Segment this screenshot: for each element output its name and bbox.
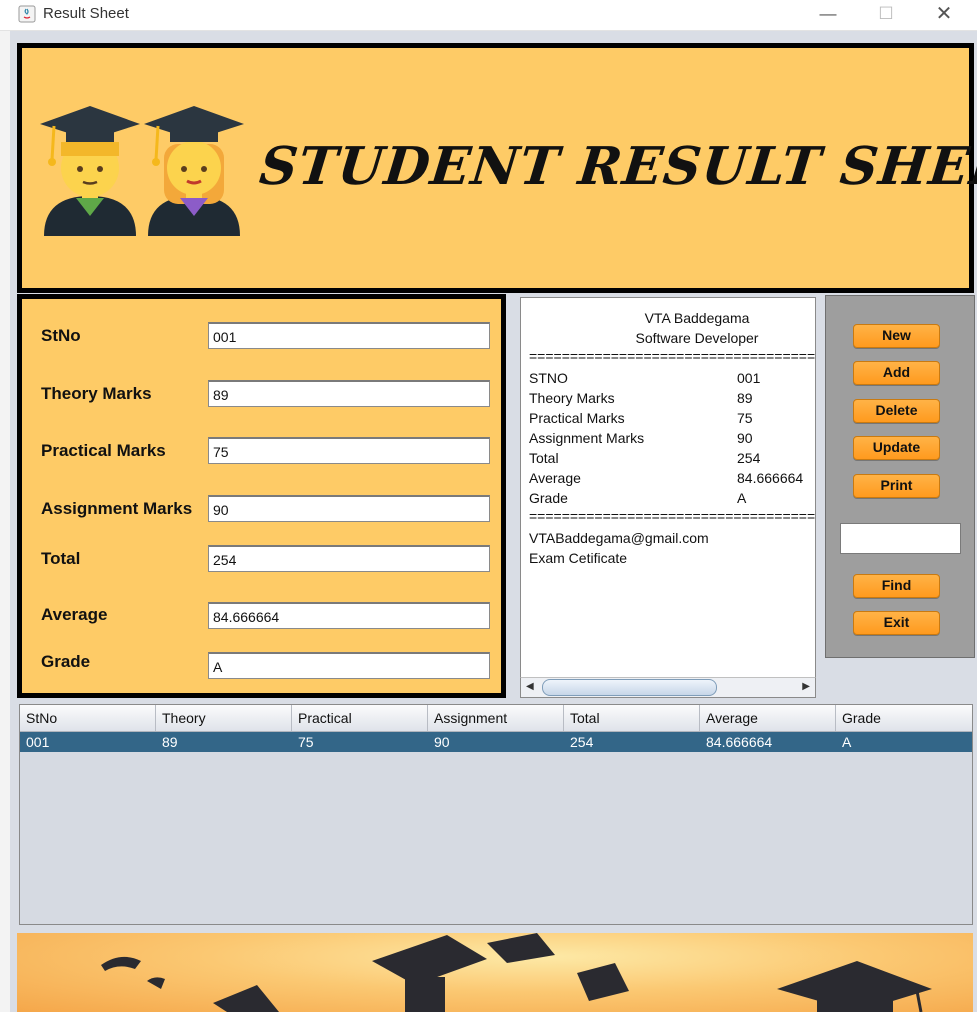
receipt-row-label: Theory Marks bbox=[529, 390, 615, 406]
new-button[interactable]: New bbox=[853, 324, 940, 348]
receipt-row-value: 89 bbox=[737, 390, 753, 406]
receipt-org: VTA Baddegama bbox=[644, 310, 750, 326]
receipt-email: VTABaddegama@gmail.com bbox=[529, 530, 709, 546]
scrollbar-thumb[interactable] bbox=[542, 679, 717, 696]
receipt-row-label: Practical Marks bbox=[529, 410, 625, 426]
stno-field[interactable]: 001 bbox=[208, 322, 490, 349]
window-titlebar: Result Sheet — ☐ ✕ bbox=[0, 0, 977, 31]
receipt-row-value: A bbox=[737, 490, 747, 506]
action-button-panel: New Add Delete Update Print Find Exit bbox=[825, 295, 975, 658]
student-graduates-icon bbox=[40, 106, 244, 236]
column-header-total[interactable]: Total bbox=[564, 705, 700, 731]
receipt-separator: ==================================== bbox=[529, 508, 816, 524]
scroll-right-arrow-icon[interactable]: ▶ bbox=[802, 681, 810, 692]
graduation-caps-image bbox=[17, 933, 973, 1012]
header-banner: STUDENT RESULT SHEET bbox=[17, 43, 977, 293]
grade-field[interactable]: A bbox=[208, 652, 490, 679]
column-header-theory[interactable]: Theory bbox=[156, 705, 292, 731]
table-row[interactable]: 001 89 75 90 254 84.666664 A bbox=[20, 732, 972, 752]
practical-marks-label: Practical Marks bbox=[41, 441, 166, 460]
grade-label: Grade bbox=[41, 652, 91, 671]
student-form-panel: StNo 001 Theory Marks 89 Practical Marks… bbox=[17, 294, 506, 698]
table-cell: 75 bbox=[298, 734, 314, 750]
receipt-role: Software Developer bbox=[635, 330, 759, 346]
table-cell: 84.666664 bbox=[706, 734, 773, 750]
average-label: Average bbox=[41, 605, 108, 624]
minimize-button[interactable]: — bbox=[808, 2, 848, 28]
main-content: STUDENT RESULT SHEET StNo 001 Theory Mar… bbox=[10, 31, 977, 1012]
practical-marks-field[interactable]: 75 bbox=[208, 437, 490, 464]
total-field[interactable]: 254 bbox=[208, 545, 490, 572]
assignment-marks-label: Assignment Marks bbox=[41, 499, 193, 518]
receipt-row-value: 75 bbox=[737, 410, 753, 426]
receipt-row-label: Average bbox=[529, 470, 581, 486]
column-header-practical[interactable]: Practical bbox=[292, 705, 428, 731]
receipt-row-value: 001 bbox=[737, 370, 761, 386]
java-app-icon bbox=[18, 5, 36, 23]
table-header: StNo Theory Practical Assignment Total A… bbox=[20, 705, 972, 732]
table-cell: 254 bbox=[570, 734, 594, 750]
total-label: Total bbox=[41, 549, 81, 568]
graduation-caps-silhouette-icon bbox=[101, 933, 932, 1012]
stno-label: StNo bbox=[41, 326, 81, 345]
column-header-grade[interactable]: Grade bbox=[836, 705, 972, 731]
find-input[interactable] bbox=[840, 523, 961, 554]
result-receipt-textarea[interactable]: VTA Baddegama Software Developer =======… bbox=[520, 297, 816, 698]
update-button[interactable]: Update bbox=[853, 436, 940, 460]
print-button[interactable]: Print bbox=[853, 474, 940, 498]
table-cell: A bbox=[842, 734, 852, 750]
exit-button[interactable]: Exit bbox=[853, 611, 940, 635]
results-table[interactable]: StNo Theory Practical Assignment Total A… bbox=[19, 704, 973, 925]
find-button[interactable]: Find bbox=[853, 574, 940, 598]
receipt-row-label: Assignment Marks bbox=[529, 430, 645, 446]
receipt-separator: ==================================== bbox=[529, 348, 816, 364]
column-header-assignment[interactable]: Assignment bbox=[428, 705, 564, 731]
scroll-left-arrow-icon[interactable]: ◀ bbox=[526, 681, 534, 692]
theory-marks-label: Theory Marks bbox=[41, 384, 152, 403]
add-button[interactable]: Add bbox=[853, 361, 940, 385]
maximize-button[interactable]: ☐ bbox=[866, 2, 906, 28]
average-field[interactable]: 84.666664 bbox=[208, 602, 490, 629]
receipt-row-value: 84.666664 bbox=[737, 470, 804, 486]
assignment-marks-field[interactable]: 90 bbox=[208, 495, 490, 522]
table-cell: 001 bbox=[26, 734, 50, 750]
receipt-row-value: 254 bbox=[737, 450, 761, 466]
receipt-row-label: Grade bbox=[529, 490, 568, 506]
table-cell: 89 bbox=[162, 734, 178, 750]
column-header-stno[interactable]: StNo bbox=[20, 705, 156, 731]
delete-button[interactable]: Delete bbox=[853, 399, 940, 423]
receipt-row-label: Total bbox=[529, 450, 559, 466]
window-title: Result Sheet bbox=[43, 5, 129, 22]
theory-marks-field[interactable]: 89 bbox=[208, 380, 490, 407]
table-cell: 90 bbox=[434, 734, 450, 750]
page-title: STUDENT RESULT SHEET bbox=[256, 136, 977, 197]
close-button[interactable]: ✕ bbox=[924, 2, 964, 28]
receipt-horizontal-scrollbar[interactable]: ◀ ▶ bbox=[520, 677, 816, 698]
receipt-row-label: STNO bbox=[529, 370, 568, 386]
receipt-row-value: 90 bbox=[737, 430, 753, 446]
column-header-average[interactable]: Average bbox=[700, 705, 836, 731]
receipt-footer: Exam Cetificate bbox=[529, 550, 628, 566]
